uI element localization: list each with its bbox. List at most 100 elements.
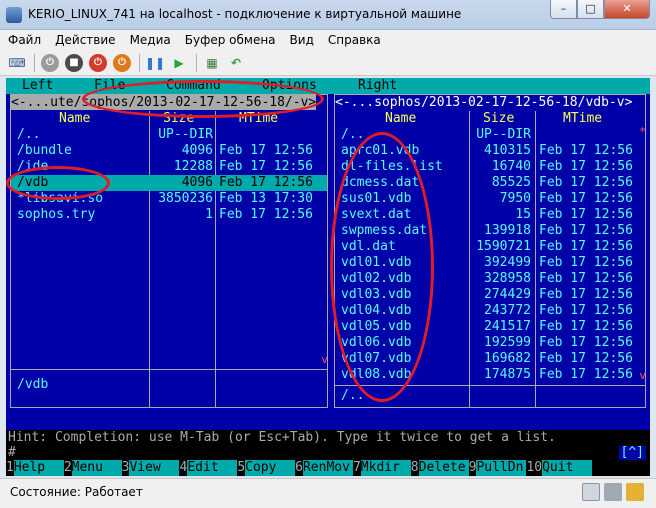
scroll-down-icon[interactable]: v (321, 353, 328, 366)
file-mtime: Feb 17 12:56 (219, 207, 313, 222)
file-mtime: Feb 17 12:56 (539, 335, 633, 350)
file-name: sus01.vdb (341, 191, 412, 206)
mc-menu-file[interactable]: File (94, 78, 125, 94)
file-row[interactable]: sus01.vdb 7950 Feb 17 12:56 (335, 191, 645, 207)
scroll-up-icon[interactable]: * (639, 125, 646, 138)
mc-menu-left[interactable]: Left (22, 78, 53, 94)
file-size: 4096 (181, 143, 213, 158)
command-line[interactable]: # [^] (6, 446, 650, 460)
file-mtime: Feb 17 12:56 (219, 175, 313, 190)
file-row[interactable]: vdl04.vdb 243772 Feb 17 12:56 (335, 303, 645, 319)
file-name: swpmess.dat (341, 223, 428, 238)
menu-view[interactable]: Вид (290, 33, 314, 47)
file-row[interactable]: vdl03.vdb 274429 Feb 17 12:56 (335, 287, 645, 303)
fkey-edit[interactable]: 4 Edit (179, 460, 238, 476)
file-row[interactable]: vdl06.vdb 192599 Feb 17 12:56 (335, 335, 645, 351)
file-row[interactable]: dcmess.dat 85525 Feb 17 12:56 (335, 175, 645, 191)
file-name: /.. (17, 127, 41, 142)
file-mtime: Feb 17 12:56 (539, 239, 633, 254)
snapshot-icon[interactable]: ▦ (203, 54, 221, 72)
maximize-button[interactable]: □ (577, 0, 604, 19)
status-text: Состояние: Работает (10, 485, 143, 499)
scroll-down-icon[interactable]: v (639, 369, 646, 382)
file-mtime: Feb 17 12:56 (539, 207, 633, 222)
file-row[interactable]: /ide 12288 Feb 17 12:56 (11, 159, 327, 175)
file-row[interactable]: /.. UP--DIR (11, 127, 327, 143)
file-row[interactable]: vdl07.vdb 169682 Feb 17 12:56 (335, 351, 645, 367)
window-title: KERIO_LINUX_741 на localhost - подключен… (28, 7, 462, 21)
ctrl-alt-del-icon[interactable]: ⌨ (8, 54, 26, 72)
file-mtime: Feb 17 12:56 (539, 223, 633, 238)
file-row[interactable]: /vdb 4096 Feb 17 12:56 (11, 175, 327, 191)
right-header-name[interactable]: Name (385, 111, 416, 127)
mc-menu-options[interactable]: Options (262, 78, 317, 94)
fkey-pulldn[interactable]: 9 PullDn (468, 460, 527, 476)
menu-clipboard[interactable]: Буфер обмена (185, 33, 276, 47)
fkey-quit[interactable]: 10 Quit (526, 460, 593, 476)
file-row[interactable]: vdl08.vdb 174875 Feb 17 12:56 (335, 367, 645, 383)
file-row[interactable]: dl-files.list 16740 Feb 17 12:56 (335, 159, 645, 175)
menu-action[interactable]: Действие (55, 33, 115, 47)
right-header-mtime[interactable]: MTime (563, 111, 602, 127)
keyboard-icon (582, 483, 600, 501)
file-row[interactable]: *libsavi.so 3850236 Feb 13 17:30 (11, 191, 327, 207)
toolbar-separator (196, 53, 197, 72)
file-row[interactable]: vdl02.vdb 328958 Feb 17 12:56 (335, 271, 645, 287)
function-key-bar: 1 Help 2 Menu 3 View 4 Edit 5 Copy 6 RenMov 7 Mkdir 8 D… (6, 460, 650, 476)
play-icon[interactable]: ▶ (170, 54, 188, 72)
shell-prompt: # (8, 445, 16, 460)
fkey-label: Help (13, 460, 64, 476)
fkey-number: 8 (410, 460, 419, 476)
fkey-label: Quit (542, 460, 593, 476)
start-icon[interactable]: ⏻ (41, 53, 59, 72)
mc-menu-right[interactable]: Right (358, 78, 397, 94)
fkey-label: Copy (245, 460, 296, 476)
file-row[interactable]: svext.dat 15 Feb 17 12:56 (335, 207, 645, 223)
file-mtime: Feb 17 12:56 (219, 143, 313, 158)
menu-file[interactable]: Файл (8, 33, 41, 47)
file-size: 243772 (484, 303, 531, 318)
fkey-copy[interactable]: 5 Copy (237, 460, 296, 476)
power-icon[interactable]: ⏻ (113, 53, 131, 72)
fkey-label: Menu (71, 460, 122, 476)
fkey-renmov[interactable]: 6 RenMov (295, 460, 353, 476)
file-name: /vdb (17, 175, 49, 190)
left-header-name[interactable]: Name (59, 111, 90, 127)
mc-menu-command[interactable]: Command (166, 78, 221, 94)
right-panel[interactable]: <-...sophos/2013-02-17-12-56-18/vdb-v> N… (334, 94, 646, 408)
left-header-size[interactable]: Size (163, 111, 194, 127)
minimize-button[interactable]: – (550, 0, 577, 19)
turn-off-icon[interactable]: ■ (65, 53, 83, 72)
left-header-mtime[interactable]: MTime (239, 111, 278, 127)
menu-media[interactable]: Медиа (130, 33, 171, 47)
file-row[interactable]: vdl05.vdb 241517 Feb 17 12:56 (335, 319, 645, 335)
terminal-screen[interactable]: Left File Command Options Right <-...ute… (6, 78, 650, 476)
file-size: 85525 (491, 175, 531, 190)
shutdown-icon[interactable]: ⏻ (89, 53, 107, 72)
menu-help[interactable]: Справка (328, 33, 381, 47)
fkey-number: 1 (6, 460, 14, 476)
fkey-mkdir[interactable]: 7 Mkdir (352, 460, 411, 476)
toolbar-separator (139, 53, 140, 72)
file-row[interactable]: /.. UP--DIR (335, 127, 645, 143)
file-size: 1 (205, 207, 213, 222)
left-panel-path: <-...ute/sophos/2013-02-17-12-56-18/-v> (11, 95, 317, 110)
file-row[interactable]: swpmess.dat 139918 Feb 17 12:56 (335, 223, 645, 239)
file-row[interactable]: vdl01.vdb 392499 Feb 17 12:56 (335, 255, 645, 271)
close-button[interactable]: ✕ (604, 0, 650, 19)
file-row[interactable]: vdl.dat 1590721 Feb 17 12:56 (335, 239, 645, 255)
command-history-flag[interactable]: [^] (618, 446, 646, 460)
file-name: vdl06.vdb (341, 335, 412, 350)
left-panel[interactable]: <-...ute/sophos/2013-02-17-12-56-18/-v> … (10, 94, 328, 408)
file-row[interactable]: aprc01.vdb 410315 Feb 17 12:56 (335, 143, 645, 159)
revert-icon[interactable]: ↶ (227, 54, 245, 72)
file-mtime: Feb 17 12:56 (539, 351, 633, 366)
right-header-size[interactable]: Size (483, 111, 514, 127)
file-row[interactable]: sophos.try 1 Feb 17 12:56 (11, 207, 327, 223)
file-row[interactable]: /bundle 4096 Feb 17 12:56 (11, 143, 327, 159)
fkey-help[interactable]: 1 Help (6, 460, 64, 476)
fkey-menu[interactable]: 2 Menu (63, 460, 122, 476)
fkey-view[interactable]: 3 View (121, 460, 180, 476)
fkey-delete[interactable]: 8 Delete (410, 460, 469, 476)
pause-icon[interactable]: ❚❚ (145, 54, 165, 72)
